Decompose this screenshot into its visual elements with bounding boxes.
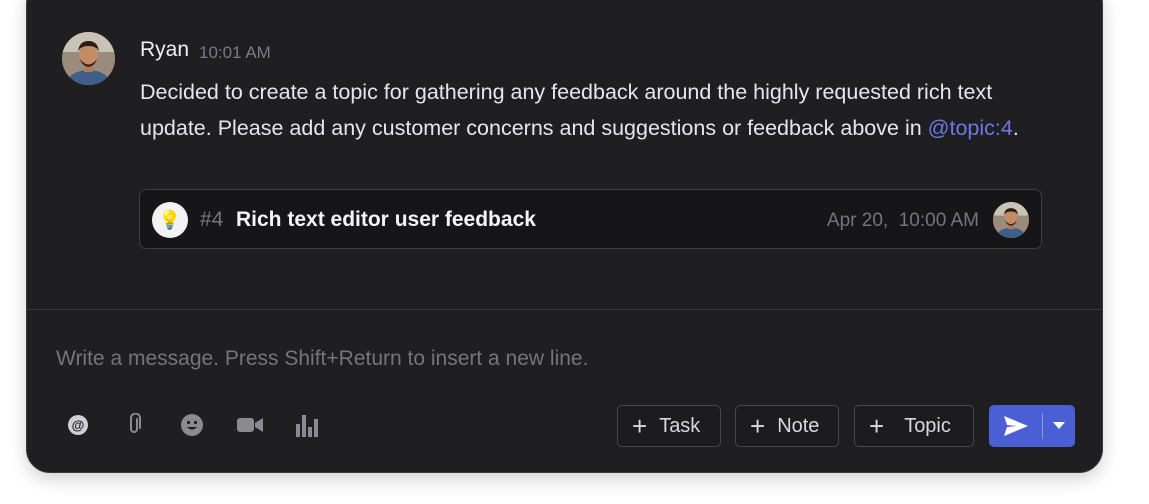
paperclip-icon[interactable]	[120, 411, 148, 439]
poll-icon[interactable]	[293, 411, 321, 439]
message-body: Decided to create a topic for gathering …	[140, 74, 1040, 146]
add-note-button[interactable]: + Note	[735, 405, 839, 447]
at-sign-icon[interactable]: @	[64, 411, 92, 439]
send-icon	[1003, 416, 1028, 436]
topic-date: Apr 20, 10:00 AM	[826, 210, 979, 231]
message-text: Decided to create a topic for gathering …	[140, 80, 993, 140]
add-topic-label: Topic	[904, 414, 951, 437]
emoji-icon[interactable]	[178, 411, 206, 439]
plus-icon: +	[869, 411, 885, 441]
topic-number: #4	[200, 208, 224, 231]
plus-icon: +	[632, 411, 648, 441]
lightbulb-icon: 💡	[152, 202, 188, 238]
send-button[interactable]	[989, 405, 1042, 447]
plus-icon: +	[750, 411, 766, 441]
avatar-photo	[993, 202, 1029, 238]
topic-title: Rich text editor user feedback	[236, 208, 536, 231]
chat-window: Ryan 10:01 AM Decided to create a topic …	[26, 0, 1103, 473]
video-icon[interactable]	[236, 411, 264, 439]
topic-mention-link[interactable]: @topic:4	[928, 116, 1013, 140]
add-topic-button[interactable]: + Topic	[854, 405, 974, 447]
caret-down-icon	[1053, 422, 1065, 429]
message-author[interactable]: Ryan	[140, 38, 189, 62]
add-task-button[interactable]: + Task	[617, 405, 721, 447]
send-options-button[interactable]	[1043, 405, 1075, 447]
topic-card[interactable]: 💡 #4 Rich text editor user feedback Apr …	[139, 189, 1042, 249]
send-button-group	[989, 405, 1075, 447]
message-text-end: .	[1012, 116, 1019, 140]
add-note-label: Note	[777, 414, 820, 437]
avatar[interactable]	[62, 32, 115, 85]
topic-owner-avatar	[993, 202, 1029, 238]
add-task-label: Task	[659, 414, 701, 437]
svg-text:@: @	[72, 418, 85, 433]
message-time: 10:01 AM	[199, 43, 271, 62]
composer-divider	[27, 309, 1102, 310]
avatar-photo	[62, 32, 115, 85]
message-input[interactable]	[56, 347, 956, 371]
